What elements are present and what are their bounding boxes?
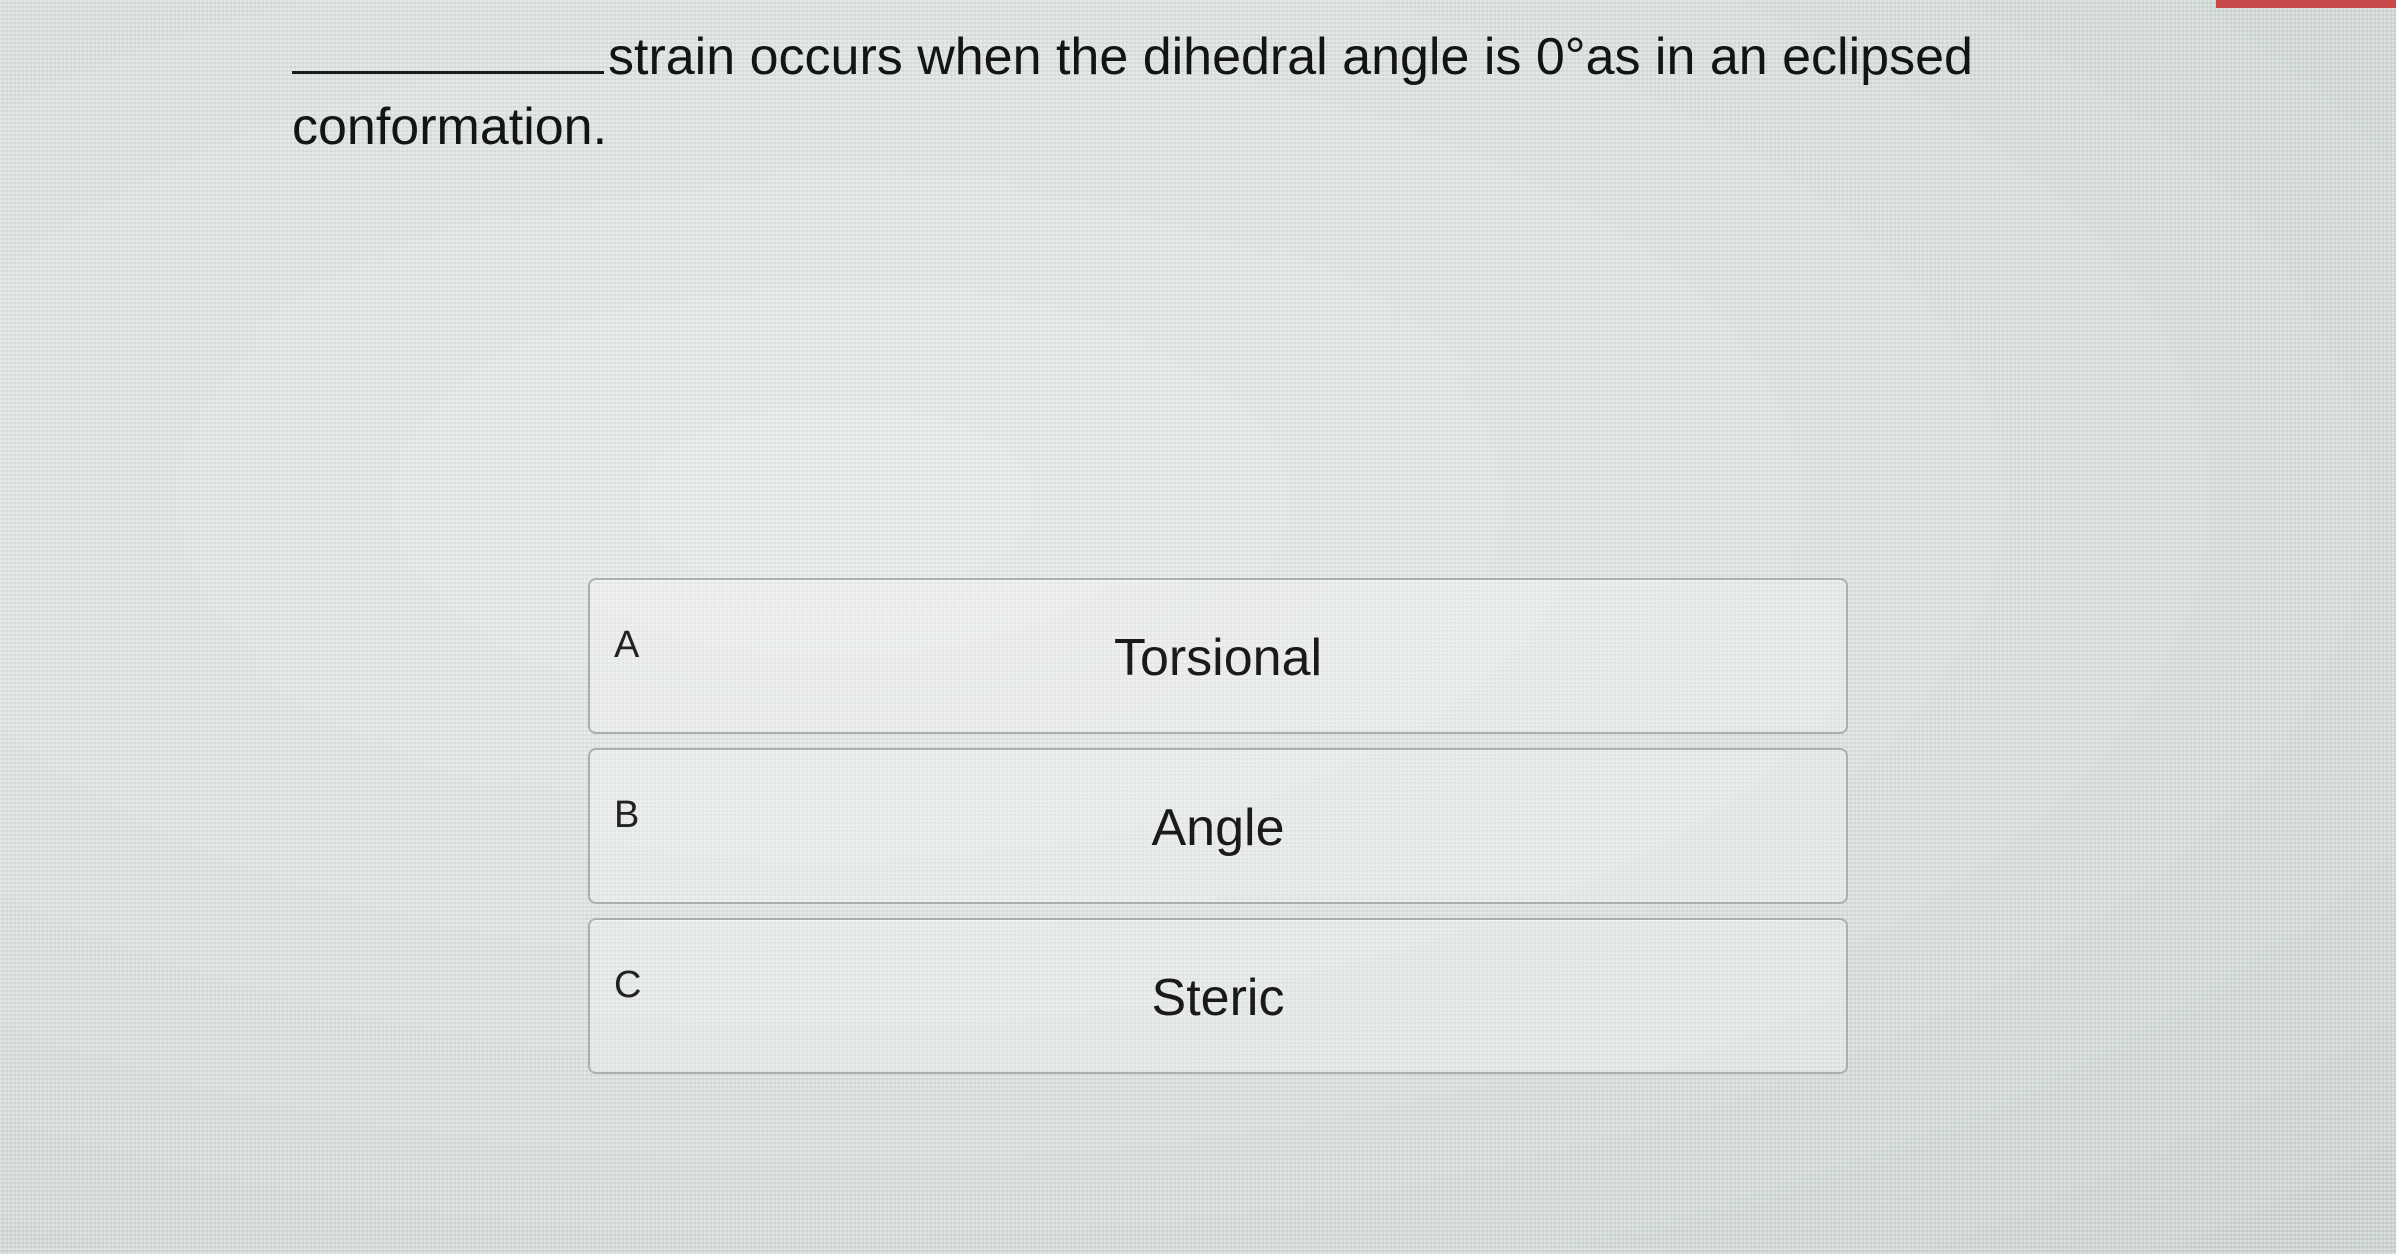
option-c[interactable]: C Steric <box>588 918 1848 1074</box>
answer-blank <box>292 27 604 74</box>
option-text: Angle <box>1151 799 1285 857</box>
option-text: Torsional <box>1113 629 1323 687</box>
option-text: Steric <box>1151 969 1285 1027</box>
top-accent-strip <box>2216 0 2396 8</box>
option-a[interactable]: A Torsional <box>588 578 1848 734</box>
option-b[interactable]: B Angle <box>588 748 1848 904</box>
answer-options: A Torsional B Angle C Steric <box>588 578 1848 1088</box>
question-prompt: strain occurs when the dihedral angle is… <box>292 22 1992 162</box>
